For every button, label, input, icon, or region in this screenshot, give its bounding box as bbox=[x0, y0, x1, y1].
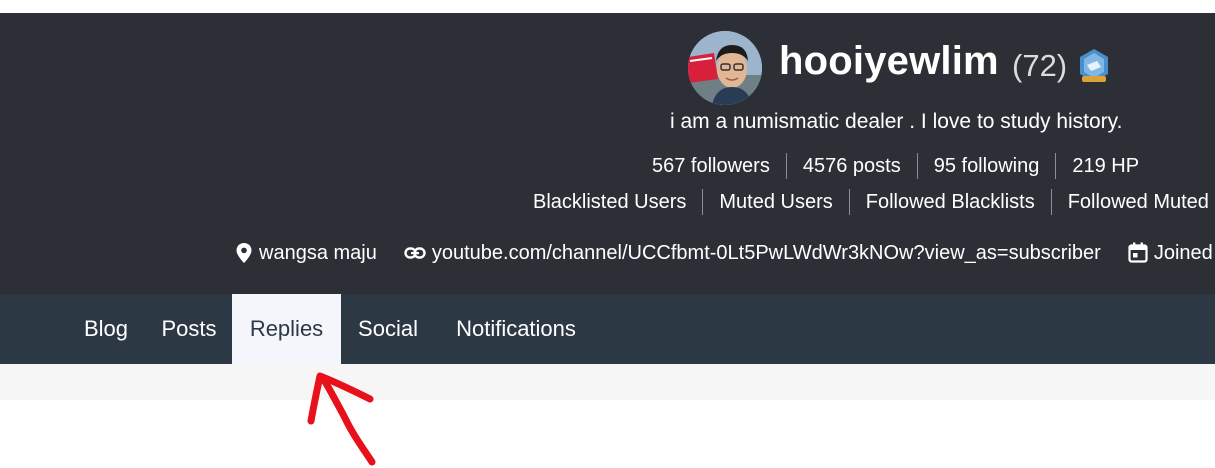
reputation-score: (72) bbox=[1012, 48, 1068, 83]
following-count[interactable]: 95 following bbox=[916, 153, 1056, 179]
profile-about: i am a numismatic dealer . I love to stu… bbox=[670, 110, 1123, 133]
tab-replies[interactable]: Replies bbox=[232, 294, 341, 364]
link-icon bbox=[404, 247, 426, 259]
location: wangsa maju bbox=[235, 242, 377, 265]
tab-blog[interactable]: Blog bbox=[68, 294, 144, 364]
location-text: wangsa maju bbox=[259, 241, 377, 264]
followed-blacklists-link[interactable]: Followed Blacklists bbox=[848, 189, 1051, 215]
calendar-icon bbox=[1128, 242, 1148, 263]
avatar[interactable] bbox=[688, 31, 762, 105]
website-link[interactable]: youtube.com/channel/UCCfbmt-0Lt5PwLWdWr3… bbox=[432, 242, 1101, 265]
tab-posts[interactable]: Posts bbox=[146, 294, 232, 364]
hive-badge-icon bbox=[1080, 49, 1108, 82]
profile-header: hooiyewlim (72) i am a numismatic dealer… bbox=[0, 13, 1215, 294]
muted-users-link[interactable]: Muted Users bbox=[702, 189, 848, 215]
top-strip bbox=[0, 0, 1215, 13]
profile-lists: Blacklisted Users Muted Users Followed B… bbox=[517, 189, 1215, 215]
profile-meta: wangsa maju youtube.com/channel/UCCfbmt-… bbox=[235, 239, 1215, 267]
tab-social[interactable]: Social bbox=[341, 294, 435, 364]
followed-muted-lists-link[interactable]: Followed Muted Lists bbox=[1050, 189, 1215, 215]
hp-count: 219 HP bbox=[1055, 153, 1155, 179]
location-pin-icon bbox=[236, 243, 252, 263]
website: youtube.com/channel/UCCfbmt-0Lt5PwLWdWr3… bbox=[404, 242, 1101, 265]
profile-tabs: Blog Posts Replies Social Notifications bbox=[0, 294, 1215, 364]
avatar-photo-icon bbox=[688, 31, 762, 105]
content-subbar bbox=[0, 364, 1215, 400]
blacklisted-users-link[interactable]: Blacklisted Users bbox=[517, 189, 702, 215]
tab-notifications[interactable]: Notifications bbox=[436, 294, 596, 364]
join-date: Joined bbox=[1128, 242, 1213, 265]
username[interactable]: hooiyewlim bbox=[779, 39, 999, 84]
join-date-text: Joined bbox=[1153, 241, 1213, 264]
followers-count[interactable]: 567 followers bbox=[636, 153, 786, 179]
posts-count[interactable]: 4576 posts bbox=[785, 153, 917, 179]
profile-stats: 567 followers 4576 posts 95 following 21… bbox=[636, 153, 1155, 179]
